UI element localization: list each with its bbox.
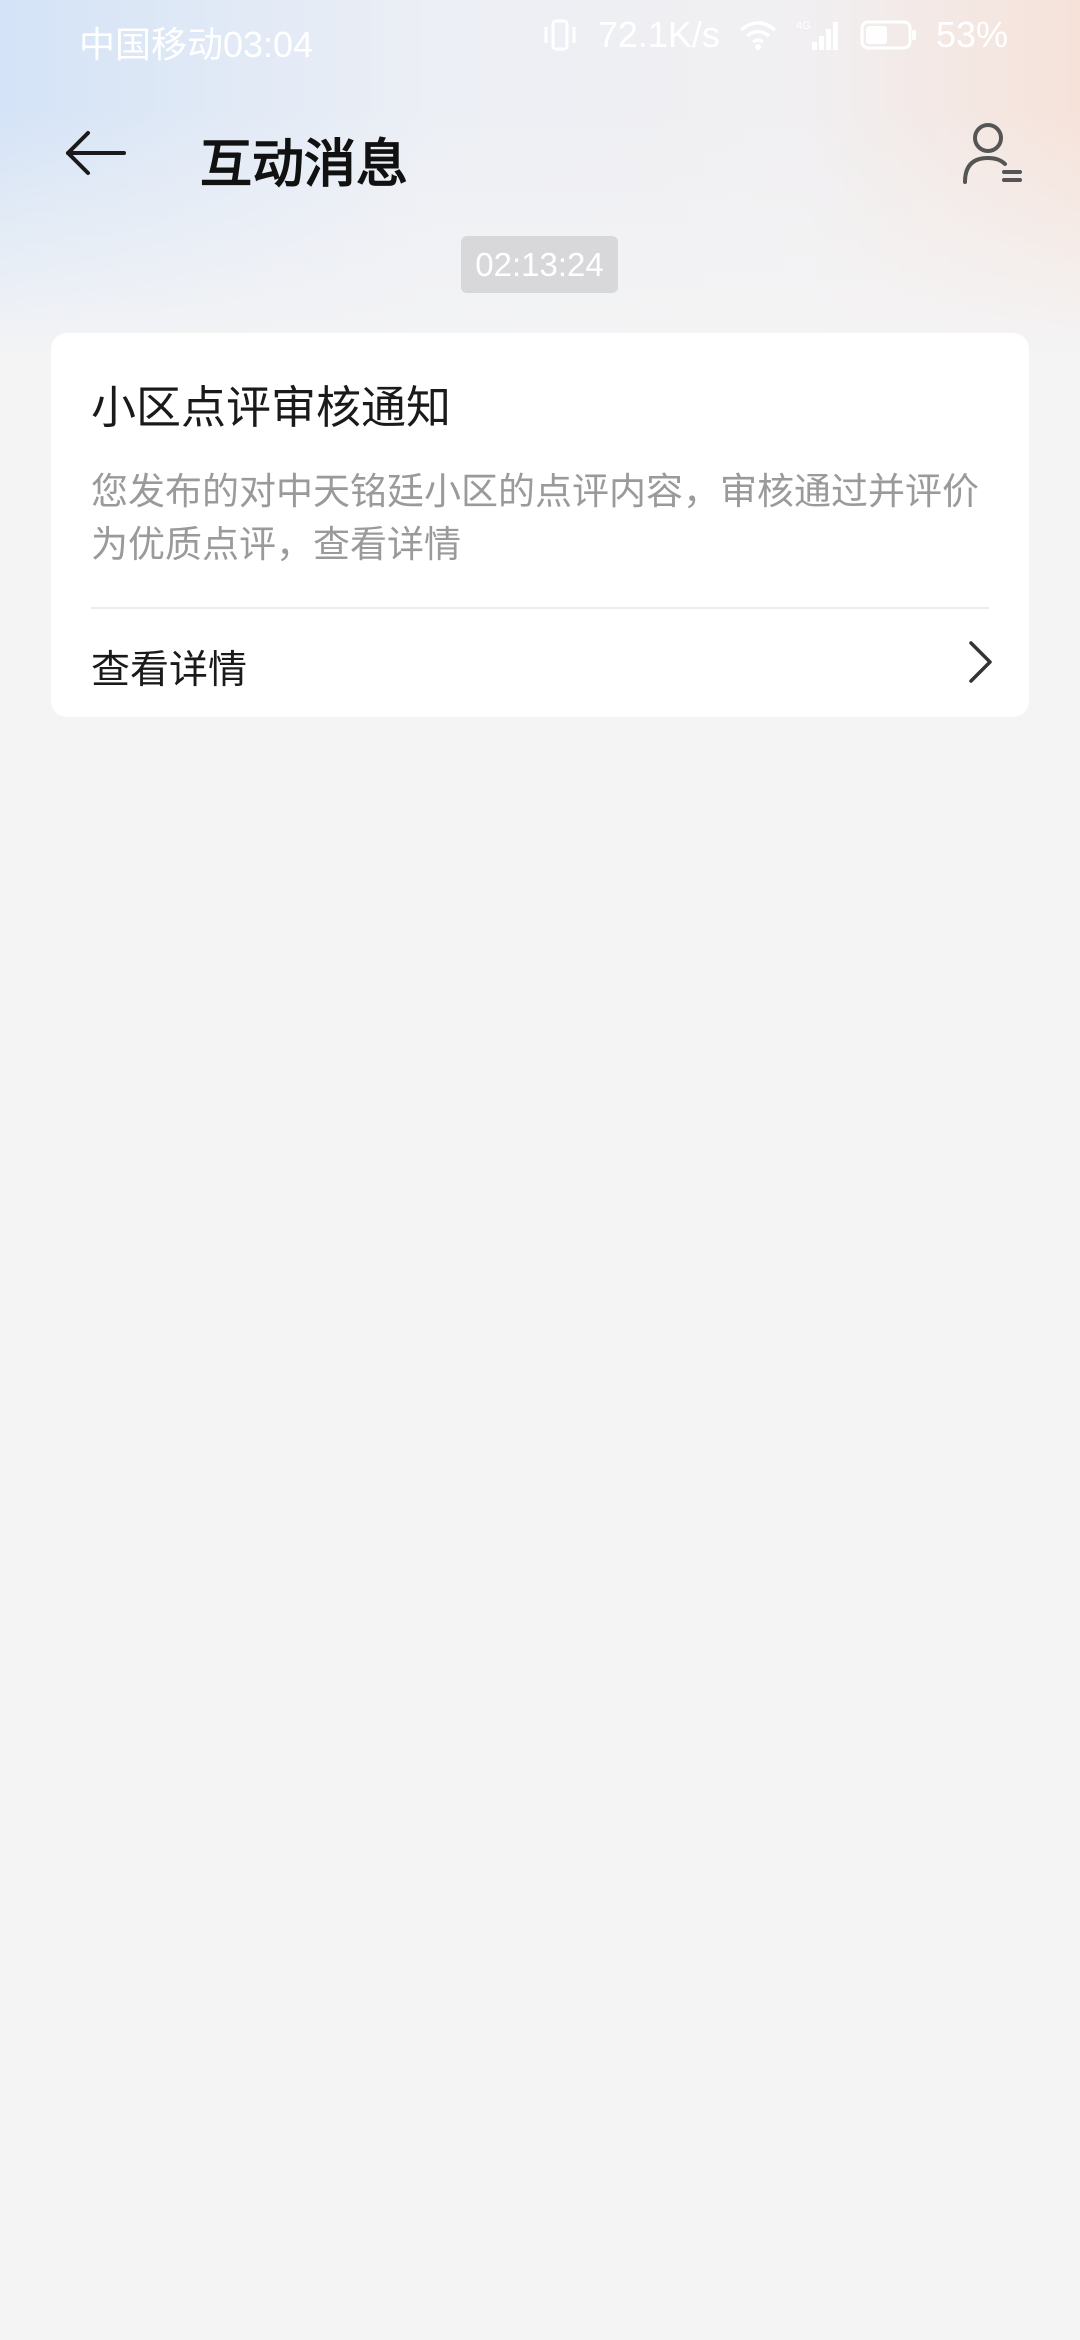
carrier-name: 中国移动: [79, 24, 224, 65]
battery-percent: 53%: [935, 14, 1008, 55]
chevron-right-icon: [969, 641, 992, 683]
page-title: 互动消息: [200, 135, 409, 195]
cellular-signal-icon: 4G: [796, 18, 842, 52]
status-time: 03:04: [223, 24, 314, 65]
status-indicators: 72.1K/s 4G 53%: [540, 14, 1008, 56]
profile-settings-button[interactable]: [956, 116, 1032, 192]
network-type-badge: 4G: [796, 20, 811, 32]
status-carrier-time: 中国移动03:04: [79, 16, 313, 68]
user-settings-icon: [963, 123, 1022, 184]
page-header: 互动消息: [0, 100, 1080, 210]
message-card: 小区点评审核通知 您发布的对中天铭廷小区的点评内容，审核通过并评价为优质点评，查…: [51, 333, 1029, 717]
message-timestamp: 02:13:24: [461, 236, 618, 293]
vibrate-icon: [540, 18, 580, 52]
wifi-icon: [738, 19, 778, 51]
view-details-link[interactable]: 查看详情: [51, 609, 1029, 717]
network-speed: 72.1K/s: [597, 14, 720, 55]
battery-icon: [860, 19, 918, 51]
message-title: 小区点评审核通知: [91, 381, 452, 434]
view-details-label: 查看详情: [91, 648, 248, 693]
arrow-left-icon: [66, 131, 126, 175]
status-bar: 中国移动03:04 72.1K/s 4G 53%: [0, 0, 1080, 74]
message-body: 您发布的对中天铭廷小区的点评内容，审核通过并评价为优质点评，查看详情: [91, 470, 979, 566]
back-button[interactable]: [56, 118, 136, 188]
